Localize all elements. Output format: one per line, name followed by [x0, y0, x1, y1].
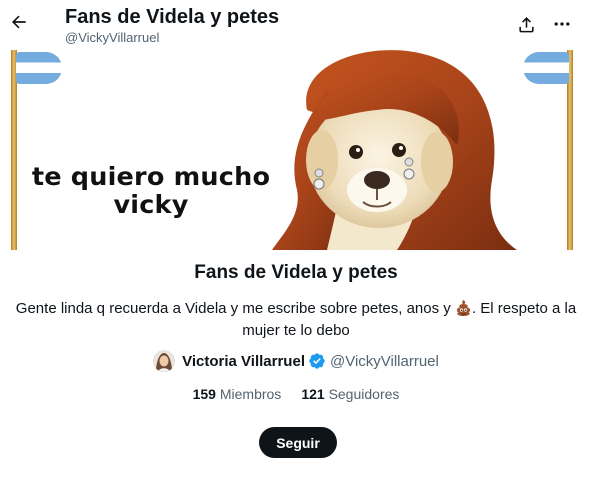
members-count: 159 [192, 386, 216, 402]
more-options-button[interactable] [550, 12, 574, 36]
top-bar: Fans de Videla y petes @VickyVillarruel [0, 0, 592, 50]
community-stats: 159 Miembros 121 Seguidores [0, 386, 592, 402]
banner-caption: te quiero mucho vicky [29, 163, 274, 219]
followers-stat[interactable]: 121 Seguidores [301, 386, 399, 402]
more-horizontal-icon [554, 22, 570, 26]
description-text-part1: Gente linda q recuerda a Videla y me esc… [15, 300, 451, 317]
verified-badge-icon [309, 353, 325, 369]
banner-caption-line2: vicky [113, 190, 189, 219]
banner-caption-line1: te quiero mucho [31, 162, 271, 191]
argentina-flag-left-icon [16, 52, 62, 84]
owner-name[interactable]: Victoria Villarruel [182, 353, 305, 370]
share-button[interactable] [514, 12, 538, 36]
follow-button[interactable]: Seguir [259, 427, 337, 458]
community-description: Gente linda q recuerda a Videla y me esc… [6, 298, 586, 342]
page-handle: @VickyVillarruel [65, 30, 160, 45]
title-block: Fans de Videla y petes @VickyVillarruel [65, 5, 279, 46]
avatar[interactable] [153, 350, 176, 372]
share-icon [518, 16, 534, 32]
back-button[interactable] [6, 9, 32, 35]
dog-with-wig-image [272, 50, 517, 250]
followers-count: 121 [301, 386, 325, 402]
members-label: Miembros [219, 386, 282, 402]
community-banner: te quiero mucho vicky [9, 50, 575, 250]
community-name: Fans de Videla y petes [194, 262, 398, 283]
members-stat[interactable]: 159 Miembros [193, 386, 282, 402]
community-owner[interactable]: Victoria Villarruel @VickyVillarruel [0, 349, 592, 373]
pile-of-poo-icon [456, 299, 471, 316]
owner-handle[interactable]: @VickyVillarruel [330, 353, 439, 370]
argentina-flag-right-icon [523, 52, 569, 84]
arrow-left-icon [11, 15, 26, 29]
page-title: Fans de Videla y petes [65, 6, 280, 28]
owner-avatar-image [153, 350, 176, 372]
followers-label: Seguidores [328, 386, 400, 402]
